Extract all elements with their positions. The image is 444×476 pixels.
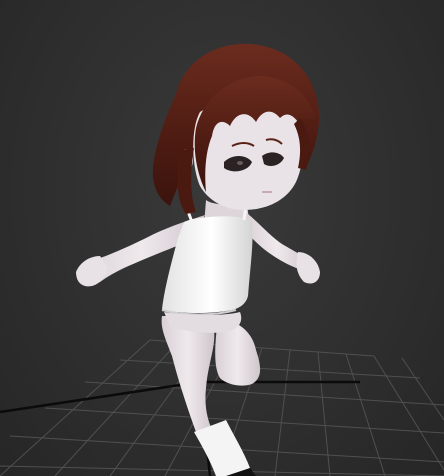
3d-viewport[interactable] xyxy=(0,0,444,476)
character-hair-strand-left xyxy=(177,148,196,214)
character-right-hand xyxy=(296,252,320,284)
viewport-canvas xyxy=(0,43,444,476)
character-model[interactable] xyxy=(76,43,320,476)
character-left-eye-highlight xyxy=(237,161,243,165)
character-front-leg xyxy=(161,316,215,432)
